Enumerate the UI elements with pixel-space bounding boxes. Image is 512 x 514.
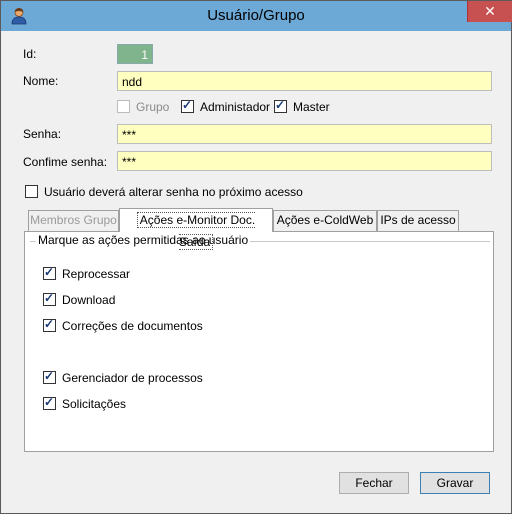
master-label: Master <box>293 100 330 114</box>
alterar-senha-label: Usuário deverá alterar senha no próximo … <box>44 185 303 199</box>
close-icon: ✕ <box>484 3 496 19</box>
tab-ips-de-acesso[interactable]: IPs de acesso <box>377 210 459 231</box>
master-checkbox[interactable] <box>274 98 287 113</box>
id-field: 1 <box>117 44 153 64</box>
nome-label: Nome: <box>23 74 59 88</box>
correcoes-checkbox[interactable] <box>43 317 56 332</box>
grupo-checkbox[interactable] <box>117 100 130 113</box>
fechar-button[interactable]: Fechar <box>339 472 409 494</box>
tab-acoes-ecoldweb[interactable]: Ações e-ColdWeb <box>273 210 377 231</box>
administador-label: Administador <box>200 100 271 114</box>
senha-input[interactable]: *** <box>117 124 492 144</box>
id-label: Id: <box>23 47 37 61</box>
tab-acoes-emonitor[interactable]: Ações e-Monitor Doc. Saída <box>119 208 273 250</box>
solicitacoes-label: Solicitações <box>62 397 127 411</box>
groupbox-title: Marque as ações permitidas ao usuário <box>36 233 251 247</box>
close-button[interactable]: ✕ <box>467 1 512 22</box>
tab-membros-grupo[interactable]: Membros Grupo <box>28 210 119 231</box>
correcoes-label: Correções de documentos <box>62 319 203 333</box>
nome-input[interactable]: ndd <box>117 71 492 91</box>
grupo-label: Grupo <box>136 100 170 114</box>
reprocessar-checkbox[interactable] <box>43 265 56 280</box>
download-checkbox[interactable] <box>43 291 56 306</box>
title-bar[interactable]: Usuário/Grupo ✕ <box>1 1 512 31</box>
reprocessar-label: Reprocessar <box>62 267 131 281</box>
confirme-senha-label: Confime senha: <box>23 155 108 169</box>
gerenciador-checkbox[interactable] <box>43 369 56 384</box>
senha-label: Senha: <box>23 127 62 141</box>
alterar-senha-checkbox[interactable] <box>25 185 38 198</box>
dialog-window: Usuário/Grupo ✕ Id: 1 Nome: ndd Grupo Ad… <box>0 0 512 514</box>
administador-checkbox[interactable] <box>181 98 194 113</box>
gerenciador-label: Gerenciador de processos <box>62 371 203 385</box>
download-label: Download <box>62 293 116 307</box>
window-title: Usuário/Grupo <box>207 7 305 24</box>
gravar-button[interactable]: Gravar <box>420 472 490 494</box>
tab-panel: Marque as ações permitidas ao usuário Re… <box>24 231 494 452</box>
solicitacoes-checkbox[interactable] <box>43 395 56 410</box>
confirme-senha-input[interactable]: *** <box>117 151 492 171</box>
